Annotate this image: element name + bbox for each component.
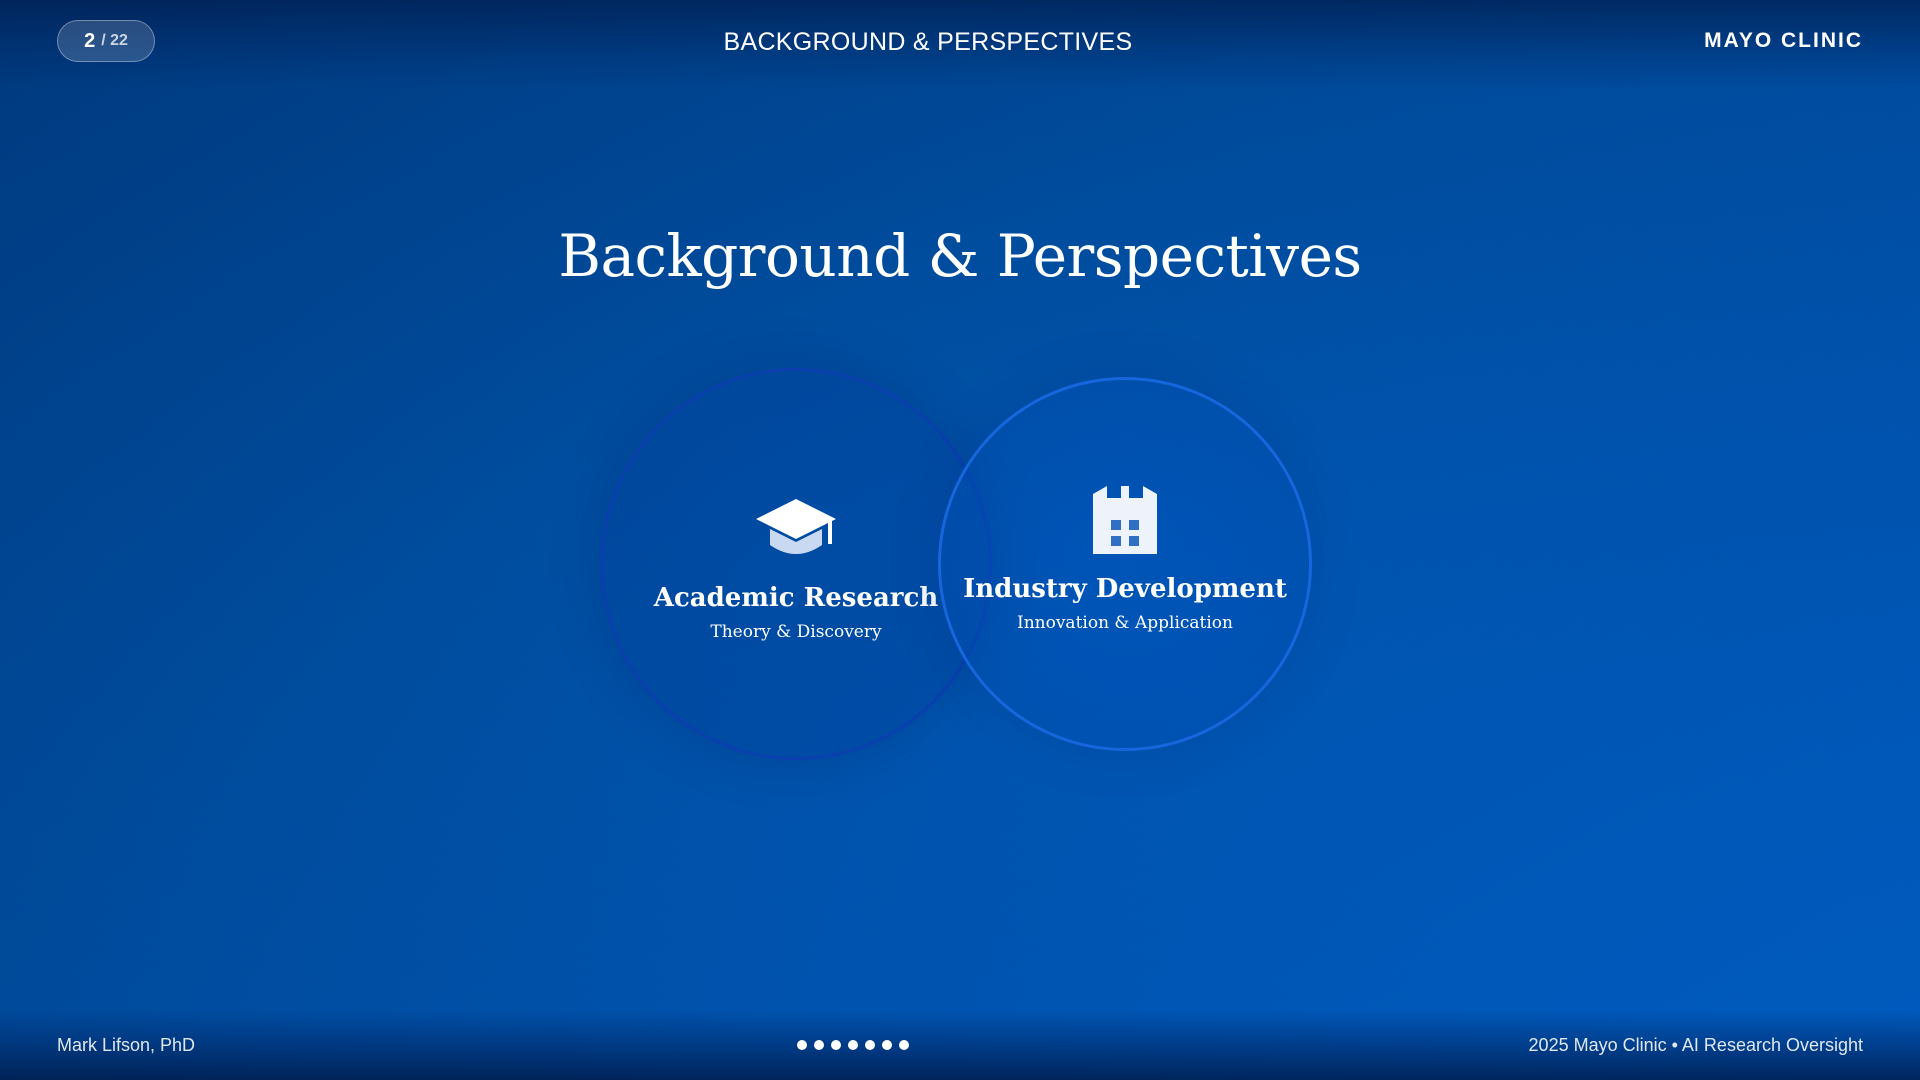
footer-author: Mark Lifson, PhD bbox=[57, 1035, 196, 1055]
industry-development-title: Industry Development bbox=[963, 573, 1287, 604]
footer-copyright: 2025 Mayo Clinic • AI Research Oversight bbox=[1528, 1035, 1863, 1055]
academic-research-circle: Academic Research Theory & Discovery bbox=[600, 368, 992, 760]
slide-nav-dot[interactable] bbox=[899, 1040, 909, 1050]
academic-research-title: Academic Research bbox=[653, 582, 939, 613]
slide-nav-dot[interactable] bbox=[797, 1040, 807, 1050]
brand-logo-text: MAYO CLINIC bbox=[1704, 29, 1863, 52]
slide-nav-dot[interactable] bbox=[882, 1040, 892, 1050]
slide-title: Background & Perspectives bbox=[558, 222, 1362, 290]
slide-nav-dot[interactable] bbox=[831, 1040, 841, 1050]
slide-nav-dot[interactable] bbox=[848, 1040, 858, 1050]
slide-nav-dot[interactable] bbox=[814, 1040, 824, 1050]
header-section-title: BACKGROUND & PERSPECTIVES bbox=[723, 28, 1133, 56]
slide-nav-dots bbox=[797, 1040, 909, 1050]
building-icon bbox=[1093, 485, 1157, 554]
industry-development-circle: Industry Development Innovation & Applic… bbox=[938, 377, 1312, 751]
industry-development-subtitle: Innovation & Application bbox=[1016, 612, 1233, 633]
slide-nav-dot[interactable] bbox=[865, 1040, 875, 1050]
academic-research-subtitle: Theory & Discovery bbox=[710, 621, 882, 642]
slide-header: 2 / 22 BACKGROUND & PERSPECTIVES MAYO CL… bbox=[0, 0, 1920, 90]
graduation-cap-icon bbox=[756, 498, 836, 554]
